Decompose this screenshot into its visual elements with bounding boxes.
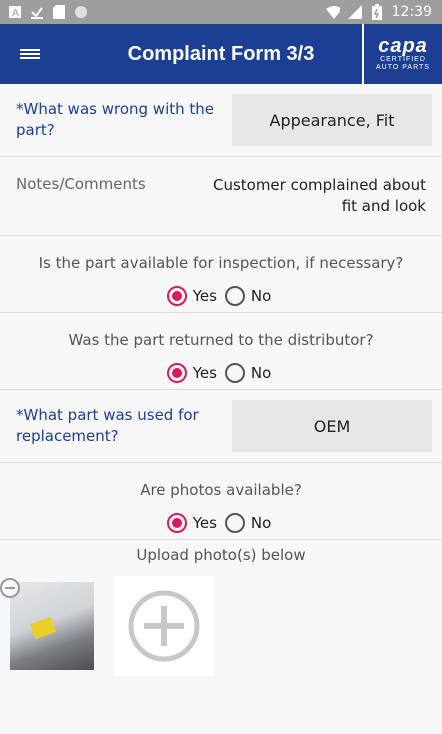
returned-no-label: No [250, 364, 272, 382]
logo-text: capa [378, 35, 428, 57]
upload-section: Upload photo(s) below [0, 540, 442, 676]
upload-title: Upload photo(s) below [136, 546, 306, 564]
status-bar: A 12:39 [0, 0, 442, 24]
app-bar: Complaint Form 3/3 capa CERTIFIED AUTO P… [0, 24, 442, 84]
notes-row: Notes/Comments Customer complained about… [0, 157, 442, 236]
signal-icon [347, 5, 362, 19]
download-icon [30, 5, 44, 19]
wifi-icon [325, 5, 340, 19]
photos-yes-label: Yes [192, 514, 217, 532]
photo-thumbnail[interactable] [10, 582, 94, 670]
wrong-part-label: *What was wrong with the part? [16, 100, 215, 139]
sd-card-icon [52, 5, 66, 19]
wrong-part-select[interactable]: Appearance, Fit [232, 94, 432, 146]
inspection-question: Is the part available for inspection, if… [0, 236, 442, 313]
svg-text:A: A [12, 8, 19, 18]
photos-yes-radio[interactable] [166, 513, 187, 533]
circle-icon [74, 5, 88, 19]
inspection-label: Is the part available for inspection, if… [38, 254, 404, 272]
hamburger-icon[interactable] [0, 24, 60, 84]
inspection-no-radio[interactable] [224, 286, 245, 306]
replacement-row: *What part was used for replacement? OEM [0, 390, 442, 463]
returned-yes-label: Yes [192, 364, 217, 382]
photos-label: Are photos available? [140, 481, 302, 499]
remove-circle-icon[interactable] [0, 578, 20, 598]
returned-label: Was the part returned to the distributor… [68, 331, 374, 349]
photos-no-radio[interactable] [224, 513, 245, 533]
inspection-yes-label: Yes [192, 287, 217, 305]
inspection-no-label: No [250, 287, 272, 305]
logo-sub2: AUTO PARTS [376, 64, 430, 71]
inspection-yes-radio[interactable] [166, 286, 187, 306]
logo-sub1: CERTIFIED [380, 56, 426, 63]
replacement-select[interactable]: OEM [232, 400, 432, 452]
add-circle-icon [128, 590, 200, 662]
notes-label: Notes/Comments [16, 175, 146, 193]
replacement-label: *What part was used for replacement? [16, 406, 199, 445]
returned-question: Was the part returned to the distributor… [0, 313, 442, 390]
capa-logo: capa CERTIFIED AUTO PARTS [362, 24, 442, 84]
returned-yes-radio[interactable] [166, 363, 187, 383]
app-a-icon: A [8, 5, 22, 19]
returned-no-radio[interactable] [224, 363, 245, 383]
wrong-part-row: *What was wrong with the part? Appearanc… [0, 84, 442, 157]
add-photo-button[interactable] [114, 576, 214, 676]
photos-question: Are photos available? Yes No [0, 463, 442, 540]
battery-icon [370, 4, 384, 20]
photos-no-label: No [250, 514, 272, 532]
notes-field[interactable]: Customer complained about fit and look [206, 175, 426, 217]
status-time: 12:39 [391, 4, 432, 20]
